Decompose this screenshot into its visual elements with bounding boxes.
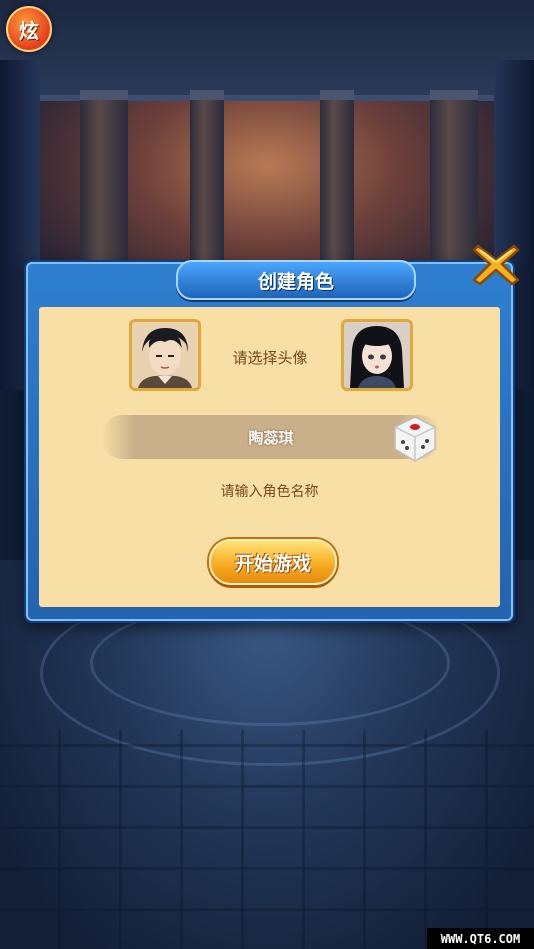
avatar-prompt: 请选择头像 xyxy=(232,349,308,367)
random-name-button[interactable] xyxy=(389,413,441,465)
dialog-content: 请选择头像 陶蕊琪 请输入角色名称 开始游戏 xyxy=(39,307,500,607)
male-avatar-icon xyxy=(132,322,198,388)
dice-icon xyxy=(394,416,436,462)
female-avatar-icon xyxy=(344,322,410,388)
close-button[interactable] xyxy=(470,240,522,288)
name-prompt: 请输入角色名称 xyxy=(220,484,319,500)
avatar-option-female[interactable] xyxy=(341,319,413,391)
start-game-label: 开始游戏 xyxy=(234,552,311,575)
background-floor-tiles xyxy=(0,730,534,949)
create-character-dialog: 创建角色 请选择头像 陶蕊琪 请输入角色名称 开始游戏 xyxy=(26,260,513,621)
character-name-value: 陶蕊琪 xyxy=(248,428,294,447)
dialog-title: 创建角色 xyxy=(257,270,334,293)
background-pillar xyxy=(190,90,224,270)
background-pillar xyxy=(320,90,354,270)
background-arch xyxy=(0,0,534,101)
close-x-icon xyxy=(472,244,520,286)
background-pillar xyxy=(80,90,128,270)
dialog-title-plate: 创建角色 xyxy=(176,260,416,300)
start-game-button[interactable]: 开始游戏 xyxy=(209,539,337,585)
avatar-option-male[interactable] xyxy=(129,319,201,391)
site-watermark: WWW.QT6.COM xyxy=(427,928,534,949)
hot-badge-button[interactable]: 炫 xyxy=(6,6,52,52)
